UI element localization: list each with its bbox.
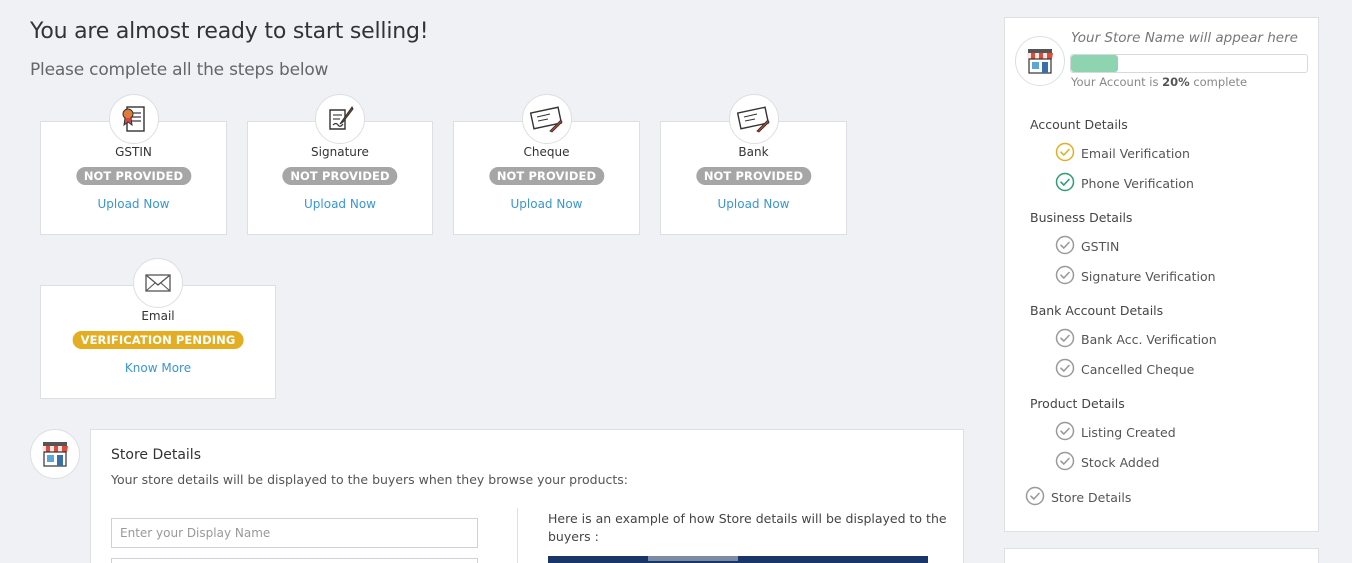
check-circle-icon: [1055, 328, 1081, 351]
step-gstin[interactable]: GSTIN: [1055, 235, 1119, 258]
check-circle-icon: [1025, 486, 1051, 509]
upload-now-link[interactable]: Upload Now: [41, 197, 226, 211]
status-badge: VERIFICATION PENDING: [72, 331, 244, 349]
progress-text: Your Account is 20% complete: [1071, 75, 1248, 89]
page-subheading: Please complete all the steps below: [30, 60, 329, 80]
email-card: Email VERIFICATION PENDING Know More: [40, 258, 276, 399]
card-title: Email: [141, 309, 175, 323]
know-more-link[interactable]: Know More: [41, 361, 275, 375]
section-account-details: Account Details: [1030, 117, 1128, 132]
secondary-sidebar-card: [1004, 548, 1319, 563]
check-circle-icon: [1055, 451, 1081, 474]
step-bank-acc-verification[interactable]: Bank Acc. Verification: [1055, 328, 1217, 351]
page-heading: You are almost ready to start selling!: [30, 19, 429, 44]
section-bank-account-details: Bank Account Details: [1030, 303, 1164, 318]
section-product-details: Product Details: [1030, 396, 1125, 411]
bank-card: Bank NOT PROVIDED Upload Now: [660, 94, 847, 235]
store-secondary-input[interactable]: [111, 558, 478, 563]
step-listing-created[interactable]: Listing Created: [1055, 421, 1176, 444]
check-circle-icon: [1055, 235, 1081, 258]
progress-fill: [1071, 55, 1119, 72]
divider: [517, 508, 518, 563]
store-name-placeholder: Your Store Name will appear here: [1071, 30, 1298, 46]
status-badge: NOT PROVIDED: [488, 167, 605, 185]
account-progress-bar: [1070, 54, 1308, 73]
envelope-icon: [133, 258, 183, 308]
status-badge: NOT PROVIDED: [75, 167, 192, 185]
store-example-text: Here is an example of how Store details …: [548, 511, 947, 544]
store-details-description: Your store details will be displayed to …: [111, 472, 628, 487]
upload-now-link[interactable]: Upload Now: [661, 197, 846, 211]
signature-card: Signature NOT PROVIDED Upload Now: [247, 94, 433, 235]
check-circle-icon: [1055, 265, 1081, 288]
step-email-verification[interactable]: Email Verification: [1055, 142, 1190, 165]
step-store-details[interactable]: Store Details: [1025, 486, 1131, 509]
gstin-card: GSTIN NOT PROVIDED Upload Now: [40, 94, 227, 235]
check-circle-icon: [1055, 421, 1081, 444]
upload-now-link[interactable]: Upload Now: [454, 197, 639, 211]
card-title: Bank: [738, 145, 769, 159]
store-preview-image: [548, 556, 928, 563]
signature-pen-icon: [315, 94, 365, 144]
step-cancelled-cheque[interactable]: Cancelled Cheque: [1055, 358, 1194, 381]
certificate-icon: [108, 94, 159, 144]
cheque-icon: [521, 94, 572, 144]
step-signature-verification[interactable]: Signature Verification: [1055, 265, 1216, 288]
cheque-card: Cheque NOT PROVIDED Upload Now: [453, 94, 640, 235]
check-circle-icon: [1055, 358, 1081, 381]
storefront-icon: [1015, 36, 1065, 86]
card-title: GSTIN: [115, 145, 152, 159]
step-phone-verification[interactable]: Phone Verification: [1055, 172, 1194, 195]
store-details-title: Store Details: [111, 447, 201, 463]
bank-cheque-icon: [728, 94, 779, 144]
progress-sidebar: Your Store Name will appear here Your Ac…: [1004, 17, 1319, 532]
check-circle-icon: [1055, 172, 1081, 195]
card-title: Signature: [311, 145, 369, 159]
upload-now-link[interactable]: Upload Now: [248, 197, 432, 211]
display-name-input[interactable]: [111, 518, 478, 548]
step-stock-added[interactable]: Stock Added: [1055, 451, 1159, 474]
storefront-icon: [30, 429, 80, 479]
status-badge: NOT PROVIDED: [282, 167, 398, 185]
card-title: Cheque: [523, 145, 570, 159]
store-details-card: Store Details Your store details will be…: [90, 429, 964, 563]
status-badge: NOT PROVIDED: [695, 167, 812, 185]
section-business-details: Business Details: [1030, 210, 1133, 225]
check-circle-icon: [1055, 142, 1081, 165]
